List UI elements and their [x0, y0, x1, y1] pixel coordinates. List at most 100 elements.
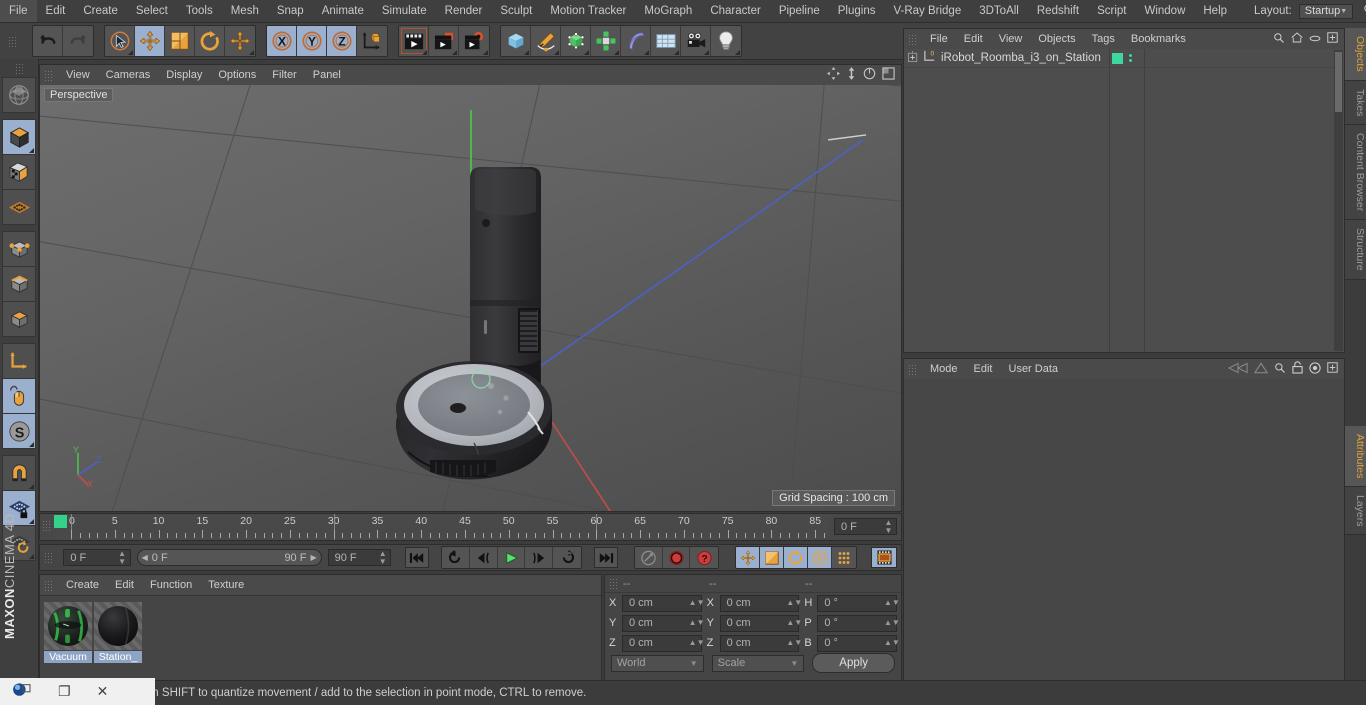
material-item-station[interactable]: Station_ [94, 602, 142, 663]
viewport-menu-view[interactable]: View [58, 65, 98, 85]
apply-button[interactable]: Apply [812, 653, 896, 673]
key-scale-button[interactable] [760, 547, 785, 568]
make-editable-icon[interactable] [2, 77, 36, 113]
object-menu-edit[interactable]: Edit [956, 29, 991, 49]
generator-button[interactable] [561, 26, 591, 56]
play-button[interactable] [497, 547, 526, 568]
menu-3dtoall[interactable]: 3DToAll [970, 0, 1028, 22]
render-view-button[interactable] [399, 26, 429, 56]
playbar-grip[interactable] [44, 552, 53, 563]
frame-start-field[interactable]: 0 F ▲ ▼ [63, 549, 131, 566]
render-settings-button[interactable] [459, 26, 489, 56]
left-toolbar-grip[interactable] [14, 63, 24, 74]
tab-layers[interactable]: Layers [1345, 486, 1366, 536]
spinner-icon[interactable]: ▲▼ [884, 599, 900, 607]
light-bulb-button[interactable] [711, 26, 741, 56]
menu-help[interactable]: Help [1194, 0, 1236, 22]
spinner-icon[interactable]: ▲▼ [884, 518, 893, 535]
camera-button[interactable] [681, 26, 711, 56]
viewport-3d[interactable]: Perspective Y Z X Grid Spacing : 100 cm [40, 85, 901, 511]
material-thumbnail[interactable] [44, 602, 92, 650]
spinner-icon[interactable]: ▲▼ [689, 599, 705, 607]
spinner-icon[interactable]: ▲▼ [378, 549, 387, 566]
mograph-cloner-button[interactable] [591, 26, 621, 56]
key-rotation-button[interactable] [784, 547, 809, 568]
menu-animate[interactable]: Animate [313, 0, 373, 22]
coord-system-dropdown[interactable]: World ▼ [611, 654, 704, 672]
coord-mode-dropdown[interactable]: Scale ▼ [711, 654, 805, 672]
material-menu-texture[interactable]: Texture [200, 575, 252, 595]
redo-button[interactable] [63, 26, 93, 56]
world-axis-button[interactable] [357, 26, 387, 56]
autokey-button[interactable] [634, 547, 663, 568]
scale-tool-button[interactable] [165, 26, 195, 56]
coord-pos-x-field[interactable]: 0 cm ▲▼ [622, 594, 705, 612]
rotate-tool-button[interactable] [195, 26, 225, 56]
c4d-app-icon[interactable] [12, 682, 32, 701]
object-tree[interactable]: 0 iRobot_Roomba_i3_on_Station [904, 49, 1344, 352]
playhead-marker[interactable] [54, 515, 67, 528]
search-icon[interactable] [1273, 32, 1285, 47]
axis-y-button[interactable]: Y [297, 26, 327, 56]
go-to-end-button[interactable] [593, 547, 618, 568]
menu-motion-tracker[interactable]: Motion Tracker [541, 0, 635, 22]
coord-rot-p-field[interactable]: 0 ° ▲▼ [817, 614, 900, 632]
menu-sculpt[interactable]: Sculpt [491, 0, 541, 22]
spinner-icon[interactable]: ▲▼ [118, 549, 127, 566]
current-frame-field[interactable]: 0 F ▲ ▼ [834, 518, 897, 535]
spinner-icon[interactable]: ▲▼ [689, 619, 705, 627]
add-layer-icon[interactable] [1327, 32, 1338, 46]
frame-end-field[interactable]: 90 F ▲ ▼ [327, 549, 392, 566]
coord-pos-z-field[interactable]: 0 cm ▲▼ [622, 634, 705, 652]
menu-edit[interactable]: Edit [37, 0, 75, 22]
key-point-button[interactable] [832, 547, 857, 568]
coord-rot-h-field[interactable]: 0 ° ▲▼ [817, 594, 900, 612]
home-icon[interactable] [1291, 32, 1303, 46]
object-axis-icon[interactable] [2, 343, 36, 379]
primitive-cube-button[interactable] [501, 26, 531, 56]
go-to-start-button[interactable] [405, 547, 430, 568]
polygons-mode-icon[interactable] [2, 301, 36, 337]
menu-script[interactable]: Script [1088, 0, 1135, 22]
viewport-menu-display[interactable]: Display [158, 65, 210, 85]
spinner-icon[interactable]: ▲▼ [786, 619, 802, 627]
menu-create[interactable]: Create [74, 0, 127, 22]
move-tool-button[interactable] [135, 26, 165, 56]
object-menu-bookmarks[interactable]: Bookmarks [1123, 29, 1194, 49]
object-name[interactable]: iRobot_Roomba_i3_on_Station [941, 52, 1101, 64]
edges-mode-icon[interactable] [2, 266, 36, 302]
menu-pipeline[interactable]: Pipeline [770, 0, 829, 22]
object-scrollbar[interactable] [1334, 50, 1343, 351]
object-menu-view[interactable]: View [991, 29, 1031, 49]
soft-selection-icon[interactable]: S [2, 413, 36, 449]
menu-mograph[interactable]: MoGraph [635, 0, 701, 22]
spline-pen-button[interactable] [531, 26, 561, 56]
timeline-ruler[interactable]: 051015202530354045505560657075808590 [53, 514, 829, 540]
material-menu-create[interactable]: Create [58, 575, 107, 595]
material-menu-edit[interactable]: Edit [107, 575, 142, 595]
menu-snap[interactable]: Snap [268, 0, 313, 22]
coord-size-x-field[interactable]: 0 cm ▲▼ [719, 594, 802, 612]
object-menu-file[interactable]: File [922, 29, 956, 49]
key-param-button[interactable]: P [808, 547, 833, 568]
points-mode-icon[interactable] [2, 231, 36, 267]
layout-dropdown[interactable]: Startup ▼ [1298, 3, 1354, 19]
menu-simulate[interactable]: Simulate [373, 0, 436, 22]
search-icon[interactable] [1274, 362, 1286, 377]
menu-redshift[interactable]: Redshift [1028, 0, 1088, 22]
expand-icon[interactable] [908, 51, 919, 65]
workplane-mode-icon[interactable] [2, 189, 36, 225]
key-position-button[interactable] [736, 547, 761, 568]
add-icon[interactable] [1327, 362, 1338, 376]
coord-pos-y-field[interactable]: 0 cm ▲▼ [622, 614, 705, 632]
orbit-icon[interactable] [863, 67, 876, 83]
menu-render[interactable]: Render [436, 0, 492, 22]
spinner-icon[interactable]: ▲▼ [786, 639, 802, 647]
viewport-solo-icon[interactable] [2, 378, 36, 414]
range-right-arrow-icon[interactable]: ▶ [310, 553, 316, 562]
coord-size-z-field[interactable]: 0 cm ▲▼ [719, 634, 802, 652]
texture-mode-icon[interactable] [2, 154, 36, 190]
record-keyframe-button[interactable] [662, 547, 691, 568]
roomba-3d-model[interactable] [378, 160, 578, 500]
material-item-vacuum[interactable]: Vacuum [44, 602, 92, 663]
